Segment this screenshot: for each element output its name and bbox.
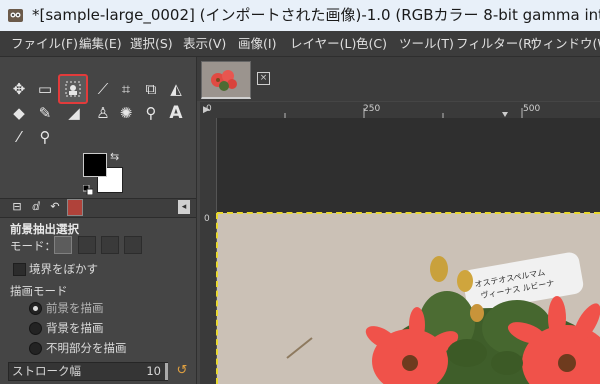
menu-select[interactable]: 選択(S) [130, 31, 173, 56]
h-ruler-ticks [284, 108, 523, 118]
crop-icon[interactable]: ⌗ [116, 79, 136, 99]
draw-background-label: 背景を描画 [46, 321, 104, 335]
clone-icon[interactable]: ♙ [93, 103, 113, 123]
stroke-width-field[interactable]: ストローク幅 10 [8, 362, 168, 381]
selection-border-left [216, 213, 218, 384]
menu-windows[interactable]: ウィンドウ(W) [530, 31, 600, 56]
images-tab-icon[interactable] [67, 199, 83, 216]
h-ruler-label-0: 0 [206, 104, 212, 114]
zoom-icon[interactable]: ⚲ [35, 127, 55, 147]
smudge-icon[interactable]: ⚲ [141, 103, 161, 123]
selection-border-top [217, 212, 600, 214]
v-ruler-label-0: 0 [204, 214, 210, 224]
default-colors-glyph [82, 184, 94, 196]
draw-mode-label: 描画モード [10, 284, 68, 298]
feather-edges-checkbox[interactable] [13, 263, 26, 276]
stroke-width-slider-fill [165, 363, 168, 380]
foreground-select-icon[interactable] [58, 74, 88, 104]
menu-tools[interactable]: ツール(T) [399, 31, 454, 56]
draw-unknown-label: 不明部分を描画 [46, 341, 127, 355]
draw-foreground-label: 前景を描画 [46, 301, 104, 315]
text-icon[interactable]: A [166, 103, 186, 123]
menu-image[interactable]: 画像(I) [238, 31, 276, 56]
eraser-icon[interactable]: ◢ [64, 103, 84, 123]
menu-filters[interactable]: フィルター(R) [456, 31, 537, 56]
title-bar: *[sample-large_0002] (インポートされた画像)-1.0 (R… [0, 0, 600, 31]
transform-icon[interactable]: ⧉ [141, 79, 161, 99]
window-title: *[sample-large_0002] (インポートされた画像)-1.0 (R… [32, 6, 600, 24]
menu-colors[interactable]: 色(C) [356, 31, 387, 56]
foreground-select-glyph [65, 81, 81, 97]
draw-foreground-radio[interactable] [29, 302, 42, 315]
brush-icon[interactable]: ✎ [35, 103, 55, 123]
menu-view[interactable]: 表示(V) [183, 31, 226, 56]
dock-menu-icon[interactable]: ◂ [178, 200, 190, 214]
heal-icon[interactable]: ✺ [116, 103, 136, 123]
bucket-fill-icon[interactable]: ◭ [166, 79, 186, 99]
paths-icon[interactable]: ⟋ [93, 79, 113, 99]
image-canvas[interactable]: オステオスペルマム ヴィーナス ルビーナ [217, 213, 600, 384]
mode-replace-button[interactable] [54, 236, 72, 254]
reset-stroke-width-icon[interactable]: ↺ [174, 362, 190, 380]
draw-background-radio[interactable] [29, 322, 42, 335]
stroke-width-label: ストローク幅 [12, 364, 81, 378]
mode-intersect-button[interactable] [124, 236, 142, 254]
default-colors-icon[interactable] [82, 180, 94, 196]
undo-history-tab-icon[interactable]: ↶ [47, 198, 63, 216]
menu-file[interactable]: ファイル(F) [11, 31, 78, 56]
vertical-ruler[interactable] [200, 118, 217, 384]
menu-bar: ファイル(F) 編集(E) 選択(S) 表示(V) 画像(I) レイヤー(L) … [0, 31, 600, 57]
thumbnail-image [202, 62, 250, 97]
stroke-width-value: 10 [146, 364, 161, 378]
close-image-tab-icon[interactable]: × [257, 72, 270, 85]
mode-subtract-button[interactable] [101, 236, 119, 254]
foreground-color-swatch[interactable] [83, 153, 107, 177]
gimp-app-icon [8, 9, 23, 22]
feather-edges-label: 境界をぼかす [29, 262, 98, 276]
mode-add-button[interactable] [78, 236, 96, 254]
paint-bucket-icon[interactable]: ◆ [9, 103, 29, 123]
menu-layer[interactable]: レイヤー(L) [290, 31, 356, 56]
menu-edit[interactable]: 編集(E) [79, 31, 122, 56]
tool-options-title: 前景抽出選択 [10, 222, 79, 236]
device-status-tab-icon[interactable]: ⅆ [28, 198, 44, 216]
move-icon[interactable]: ✥ [9, 79, 29, 99]
image-tab-thumbnail[interactable] [201, 61, 251, 99]
rect-select-icon[interactable]: ▭ [35, 79, 55, 99]
flower-photo: オステオスペルマム ヴィーナス ルビーナ [217, 213, 600, 384]
color-picker-icon[interactable]: ⁄ [9, 127, 29, 147]
draw-unknown-radio[interactable] [29, 342, 42, 355]
swap-colors-icon[interactable]: ⇆ [110, 150, 119, 163]
mode-label: モード： [10, 239, 56, 253]
tool-options-tab-icon[interactable]: ⊟ [9, 198, 25, 216]
